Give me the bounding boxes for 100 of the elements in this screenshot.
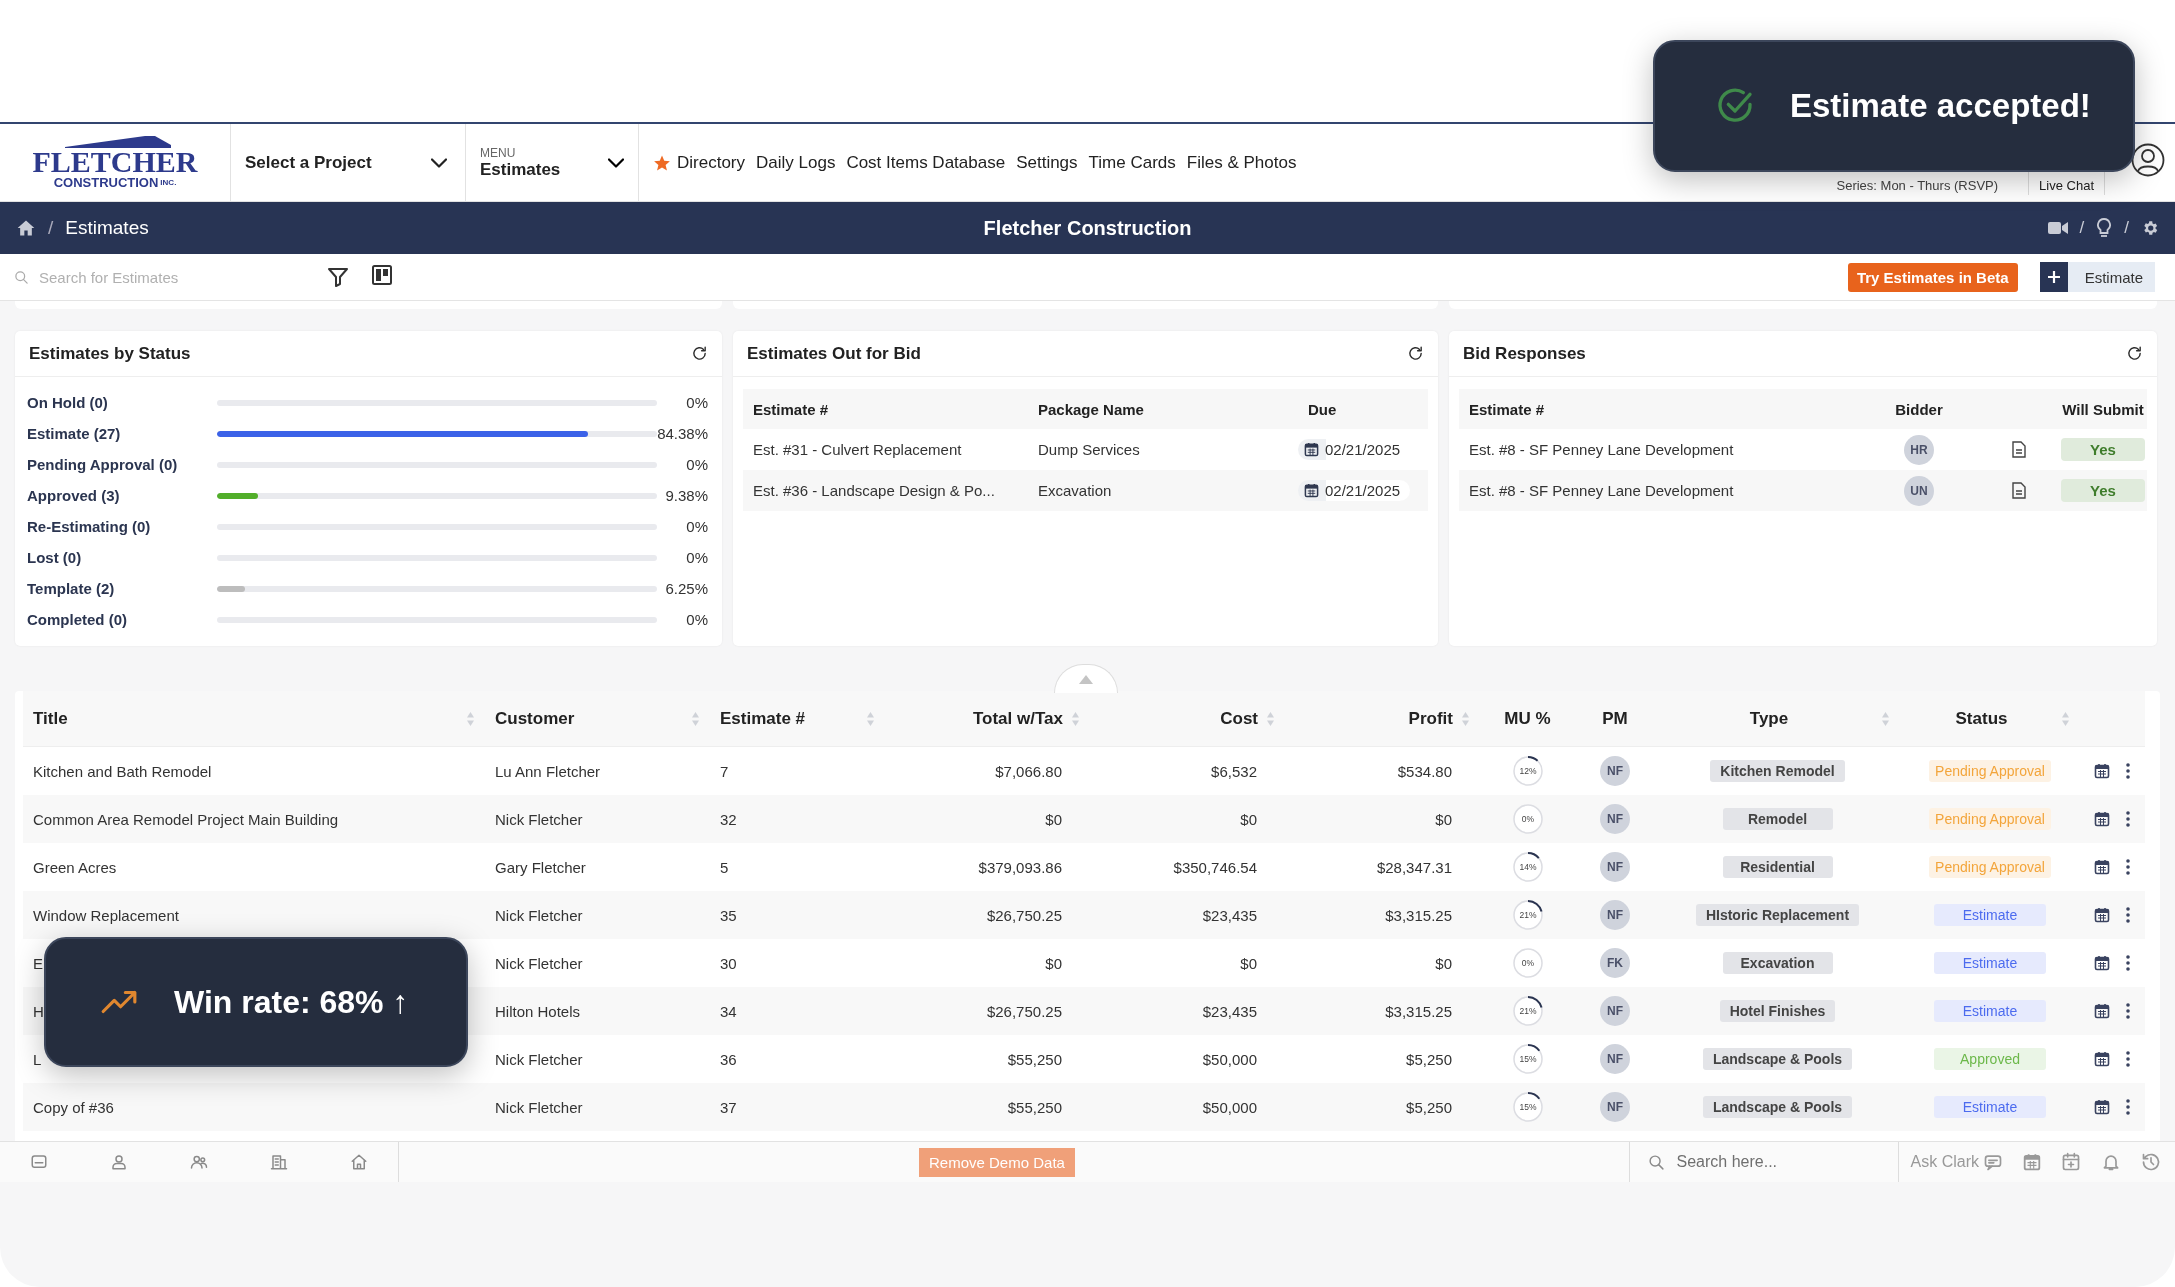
- kebab-menu-icon[interactable]: [2126, 763, 2130, 779]
- column-header[interactable]: Status: [1910, 708, 2053, 729]
- series-text: Series: Mon - Thurs (RSVP): [1836, 178, 2000, 195]
- markup-percent: 0%: [1521, 814, 1534, 824]
- type-tag: Remodel: [1722, 808, 1833, 830]
- kebab-menu-icon[interactable]: [2126, 955, 2130, 971]
- pm-initials: FK: [1600, 948, 1630, 978]
- lightbulb-icon[interactable]: [2096, 218, 2113, 238]
- kebab-menu-icon[interactable]: [2126, 1051, 2130, 1067]
- status-label[interactable]: On Hold (0): [27, 394, 217, 411]
- calendar-icon[interactable]: [2094, 955, 2110, 971]
- column-header[interactable]: Customer: [495, 708, 575, 729]
- table-cell-text: 34: [719, 1002, 738, 1020]
- markup-percent: 21%: [1519, 910, 1536, 920]
- status-label[interactable]: Lost (0): [27, 549, 217, 566]
- markup-percent: 21%: [1519, 1006, 1536, 1016]
- table-cell-text: 5: [719, 858, 730, 876]
- status-label[interactable]: Estimate (27): [27, 425, 217, 442]
- board-view-icon[interactable]: [372, 265, 392, 285]
- table-cell[interactable]: Green Acres: [23, 858, 485, 876]
- kebab-menu-icon[interactable]: [2126, 1099, 2130, 1115]
- table-cell-text: $28,347.31: [1375, 858, 1453, 876]
- column-header[interactable]: Cost: [1220, 708, 1258, 729]
- table-cell[interactable]: Est. #8 - SF Penney Lane Development: [1459, 482, 1859, 499]
- bell-icon: [2101, 1152, 2121, 1172]
- progress-ring: [1512, 1044, 1543, 1074]
- column-header[interactable]: PM: [1602, 708, 1628, 729]
- document-icon[interactable]: [2012, 441, 2026, 458]
- plus-icon: [2046, 270, 2061, 284]
- nav-link[interactable]: Directory: [653, 152, 745, 173]
- pm-initials: NF: [1600, 756, 1630, 786]
- table-cell[interactable]: Kitchen and Bath Remodel: [23, 762, 485, 780]
- refresh-icon: [2126, 345, 2143, 362]
- calendar-icon[interactable]: [1304, 483, 1319, 498]
- type-tag: Hotel Finishes: [1719, 1000, 1836, 1022]
- column-header[interactable]: Estimate #: [720, 708, 806, 729]
- nav-link[interactable]: Files & Photos: [1186, 152, 1297, 173]
- status-label[interactable]: Completed (0): [27, 611, 217, 628]
- table-cell-text: Nick Fletcher: [494, 906, 584, 924]
- status-label[interactable]: Pending Approval (0): [27, 456, 217, 473]
- progress-ring: [1512, 756, 1543, 786]
- table-cell[interactable]: Common Area Remodel Project Main Building: [23, 810, 485, 828]
- type-tag: Excavation: [1722, 952, 1833, 974]
- status-label[interactable]: Template (2): [27, 580, 217, 597]
- nav-link[interactable]: Time Cards: [1088, 152, 1176, 173]
- column-header[interactable]: MU %: [1504, 708, 1551, 729]
- nav-link[interactable]: Settings: [1016, 152, 1078, 173]
- calendar-icon[interactable]: [2094, 1003, 2110, 1019]
- calendar-icon[interactable]: [2094, 907, 2110, 923]
- table-cell-text: $55,250: [1006, 1098, 1063, 1116]
- kebab-menu-icon[interactable]: [2126, 907, 2130, 923]
- kebab-menu-icon[interactable]: [2126, 859, 2130, 875]
- chevron-down-icon: [431, 157, 447, 168]
- home-icon[interactable]: [16, 218, 36, 238]
- calendar-icon[interactable]: [2094, 1099, 2110, 1115]
- table-cell-text: $0: [1434, 810, 1453, 828]
- table-cell[interactable]: Copy of #36: [23, 1098, 485, 1116]
- user-avatar-icon[interactable]: [2131, 143, 2165, 177]
- table-cell-text: $50,000: [1201, 1098, 1258, 1116]
- table-cell-text: $5,250: [1405, 1050, 1453, 1068]
- search-icon: [1647, 1153, 1665, 1171]
- column-header[interactable]: Total w/Tax: [972, 708, 1063, 729]
- kebab-menu-icon[interactable]: [2126, 811, 2130, 827]
- table-cell[interactable]: Est. #8 - SF Penney Lane Development: [1459, 441, 1859, 458]
- status-label[interactable]: Approved (3): [27, 487, 217, 504]
- house-icon: [350, 1153, 368, 1171]
- status-percent: 6.25%: [664, 580, 708, 597]
- page-title: Fletcher Construction: [983, 216, 1192, 240]
- calendar-icon[interactable]: [2094, 763, 2110, 779]
- column-header[interactable]: Type: [1665, 708, 1873, 729]
- calendar-icon[interactable]: [2094, 1051, 2110, 1067]
- history-icon: [2141, 1152, 2161, 1172]
- type-tag: Landscape & Pools: [1702, 1048, 1853, 1070]
- new-estimate-button[interactable]: Estimate: [2039, 262, 2155, 292]
- table-cell-text: Nick Fletcher: [494, 1098, 584, 1116]
- kebab-menu-icon[interactable]: [2126, 1003, 2130, 1019]
- search-field[interactable]: Search here...: [1674, 1152, 1869, 1172]
- markup-percent: 14%: [1519, 862, 1536, 872]
- table-cell[interactable]: Est. #36 - Landscape Design & Po...: [743, 482, 1028, 499]
- table-cell-text: $350,746.54: [1172, 858, 1258, 876]
- chevron-down-icon: [608, 157, 624, 168]
- calendar-icon[interactable]: [2094, 811, 2110, 827]
- card-title: Estimates Out for Bid: [747, 343, 921, 364]
- caret-up-icon: [1079, 674, 1093, 684]
- nav-link[interactable]: Cost Items Database: [846, 152, 1006, 173]
- column-header[interactable]: Profit: [1408, 708, 1453, 729]
- progress-ring: [1512, 996, 1543, 1026]
- column-header[interactable]: Title: [33, 708, 68, 729]
- due-date-field[interactable]: 02/21/2025: [1298, 480, 1411, 501]
- nav-link[interactable]: Daily Logs: [756, 152, 836, 173]
- calendar-icon[interactable]: [2094, 859, 2110, 875]
- document-icon[interactable]: [2012, 482, 2026, 499]
- breadcrumb-current[interactable]: Estimates: [65, 217, 149, 239]
- calendar-icon[interactable]: [1304, 442, 1319, 457]
- table-cell[interactable]: Est. #31 - Culvert Replacement: [743, 441, 1028, 458]
- search-field[interactable]: Search for Estimates: [37, 267, 281, 287]
- video-camera-icon[interactable]: [2047, 221, 2068, 235]
- status-badge: Estimate: [1934, 1096, 2046, 1118]
- table-cell[interactable]: Window Replacement: [23, 906, 485, 924]
- status-label[interactable]: Re-Estimating (0): [27, 518, 217, 535]
